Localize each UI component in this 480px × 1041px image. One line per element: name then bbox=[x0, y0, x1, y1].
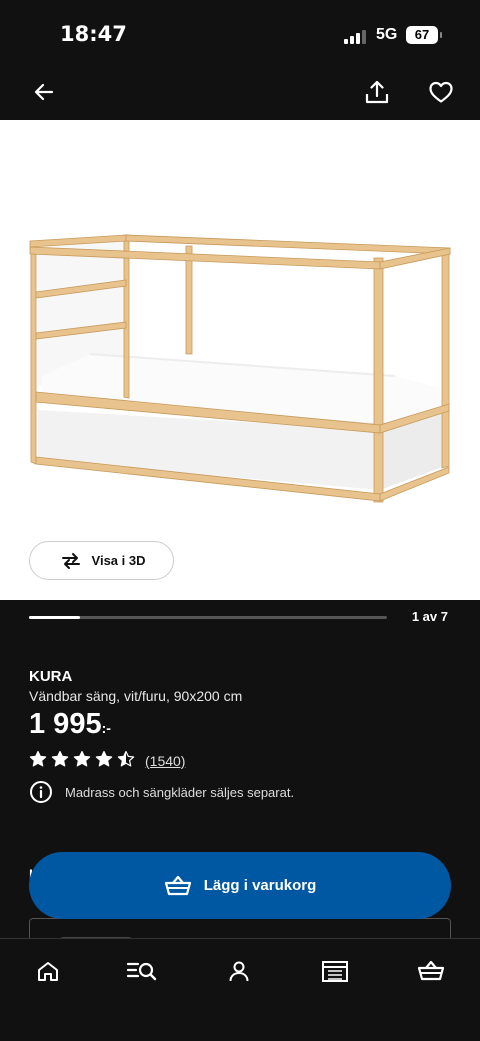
status-bar: 18:47 5G 67 bbox=[0, 0, 480, 64]
gallery-progress-fill bbox=[29, 616, 81, 619]
network-label: 5G bbox=[376, 26, 398, 43]
bottom-tab-bar bbox=[0, 938, 480, 1041]
star-icon bbox=[51, 750, 69, 772]
star-icon bbox=[117, 750, 135, 772]
battery-level: 67 bbox=[414, 27, 430, 42]
heart-icon[interactable] bbox=[425, 76, 457, 108]
back-arrow-icon[interactable] bbox=[28, 76, 60, 108]
signal-icon bbox=[344, 28, 366, 44]
product-image bbox=[29, 234, 451, 503]
rating-stars bbox=[29, 750, 135, 772]
star-icon bbox=[73, 750, 91, 772]
share-icon[interactable] bbox=[361, 76, 393, 108]
notice-text: Madrass och sängkläder säljes separat. bbox=[65, 784, 295, 800]
view-3d-label: Visa i 3D bbox=[91, 553, 146, 568]
basket-icon bbox=[164, 875, 191, 895]
basket-tab-icon[interactable] bbox=[413, 957, 449, 985]
battery-icon: 67 bbox=[406, 26, 442, 44]
gallery-page-indicator: 1 av 7 bbox=[411, 609, 448, 624]
add-to-cart-button[interactable]: Lägg i varukorg bbox=[29, 852, 451, 919]
product-description: Vändbar säng, vit/furu, 90x200 cm bbox=[29, 688, 243, 704]
product-image-gallery[interactable]: Visa i 3D bbox=[0, 120, 480, 600]
rotate-3d-icon bbox=[61, 552, 80, 569]
info-icon bbox=[30, 781, 52, 803]
add-to-cart-label: Lägg i varukorg bbox=[203, 877, 317, 894]
product-brand: KURA bbox=[29, 668, 73, 685]
product-rating[interactable]: (1540) bbox=[29, 750, 185, 772]
status-time: 18:47 bbox=[60, 22, 127, 46]
product-notice: Madrass och sängkläder säljes separat. bbox=[29, 780, 294, 804]
star-icon bbox=[29, 750, 47, 772]
profile-icon[interactable] bbox=[221, 957, 257, 985]
review-count-link[interactable]: (1540) bbox=[145, 753, 185, 769]
home-icon[interactable] bbox=[30, 957, 66, 985]
nav-bar bbox=[0, 64, 480, 120]
star-icon bbox=[95, 750, 113, 772]
price-suffix: :- bbox=[101, 720, 111, 736]
price-value: 1 995 bbox=[29, 708, 102, 740]
gallery-progress-bar bbox=[29, 616, 387, 619]
product-price: 1 995:- bbox=[29, 708, 111, 741]
search-list-icon[interactable] bbox=[125, 957, 159, 985]
store-icon[interactable] bbox=[317, 957, 353, 985]
view-3d-button[interactable]: Visa i 3D bbox=[29, 541, 174, 580]
